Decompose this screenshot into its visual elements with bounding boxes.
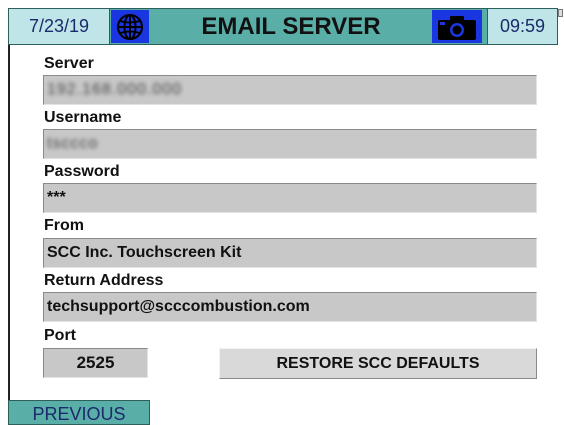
window-corner-mark bbox=[558, 9, 563, 17]
password-label: Password bbox=[44, 163, 120, 180]
date-display: 7/23/19 bbox=[8, 8, 110, 45]
port-field[interactable]: 2525 bbox=[43, 348, 148, 378]
globe-button[interactable] bbox=[111, 10, 149, 43]
page-title: EMAIL SERVER bbox=[201, 12, 381, 40]
username-field[interactable]: tsccco bbox=[43, 129, 537, 159]
return-address-label: Return Address bbox=[44, 272, 164, 289]
from-value: SCC Inc. Touchscreen Kit bbox=[47, 244, 242, 261]
camera-icon bbox=[438, 15, 476, 40]
camera-button[interactable] bbox=[432, 10, 482, 43]
restore-defaults-button[interactable]: RESTORE SCC DEFAULTS bbox=[219, 348, 537, 379]
globe-icon bbox=[117, 13, 143, 40]
from-field[interactable]: SCC Inc. Touchscreen Kit bbox=[43, 238, 537, 268]
return-address-value: techsupport@scccombustion.com bbox=[47, 298, 310, 315]
server-label: Server bbox=[44, 55, 94, 72]
time-display: 09:59 bbox=[487, 8, 558, 45]
username-value: tsccco bbox=[47, 135, 99, 152]
server-value: 192.168.000.000 bbox=[47, 81, 183, 98]
port-value: 2525 bbox=[76, 353, 115, 372]
return-address-field[interactable]: techsupport@scccombustion.com bbox=[43, 292, 537, 322]
password-value: *** bbox=[47, 189, 66, 206]
from-label: From bbox=[44, 217, 84, 234]
email-server-screen: 7/23/19 EMAIL SERVER 09:59 Server 192.16… bbox=[0, 0, 564, 425]
left-border bbox=[8, 42, 10, 400]
port-label: Port bbox=[44, 327, 76, 344]
password-field[interactable]: *** bbox=[43, 183, 537, 213]
server-field[interactable]: 192.168.000.000 bbox=[43, 75, 537, 105]
previous-button[interactable]: PREVIOUS bbox=[8, 400, 150, 425]
username-label: Username bbox=[44, 109, 122, 126]
